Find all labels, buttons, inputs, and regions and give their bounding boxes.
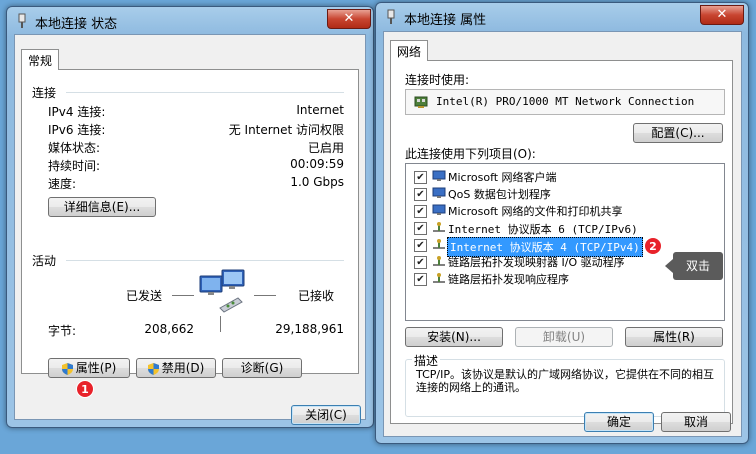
bytes-label: 字节: bbox=[48, 324, 77, 338]
sent-line bbox=[172, 295, 194, 296]
item-checkbox[interactable]: ✔ bbox=[414, 222, 427, 235]
details-button[interactable]: 详细信息(E)... bbox=[48, 197, 156, 217]
status-titlebar[interactable]: 本地连接 状态 ✕ bbox=[7, 7, 373, 35]
status-client: 常规 连接 IPv4 连接: Internet IPv6 连接: 无 Inter… bbox=[14, 34, 366, 425]
received-label: 已接收 bbox=[298, 289, 335, 303]
bytes-divider bbox=[220, 316, 221, 332]
speed-value: 1.0 Gbps bbox=[290, 175, 344, 189]
list-item[interactable]: 链路层拓扑发现响应程序 bbox=[448, 271, 569, 287]
uac-shield-icon bbox=[147, 362, 159, 375]
ipv4-label: IPv4 连接: bbox=[48, 105, 106, 119]
description-heading: 描述 bbox=[412, 352, 441, 369]
ipv4-value: Internet bbox=[296, 103, 344, 117]
network-connection-icon bbox=[18, 13, 26, 28]
status-close-button[interactable]: 关闭(C) bbox=[291, 405, 361, 425]
tab-network[interactable]: 网络 bbox=[390, 40, 429, 61]
items-label: 此连接使用下列项目(O): bbox=[405, 147, 536, 161]
protocol-icon bbox=[433, 222, 445, 232]
media-state-label: 媒体状态: bbox=[48, 141, 101, 155]
connection-separator bbox=[66, 92, 344, 93]
adapter-box: Intel(R) PRO/1000 MT Network Connection bbox=[405, 89, 725, 115]
protocol-icon bbox=[433, 256, 445, 266]
callout-pointer bbox=[665, 259, 673, 273]
activity-separator bbox=[66, 260, 344, 261]
protocol-icon bbox=[433, 239, 445, 249]
properties-window-title: 本地连接 属性 bbox=[404, 13, 487, 28]
disable-button[interactable]: 禁用(D) bbox=[136, 358, 216, 378]
media-state-value: 已启用 bbox=[307, 141, 344, 155]
ipv6-label: IPv6 连接: bbox=[48, 123, 106, 137]
item-properties-button[interactable]: 属性(R) bbox=[625, 327, 723, 347]
properties-button[interactable]: 属性(P) bbox=[48, 358, 130, 378]
list-item[interactable]: Microsoft 网络的文件和打印机共享 bbox=[448, 203, 623, 219]
duration-label: 持续时间: bbox=[48, 159, 101, 173]
network-panel: 连接时使用: Intel(R) PRO/1000 MT Network Conn… bbox=[390, 60, 733, 424]
bytes-received-value: 29,188,961 bbox=[275, 322, 344, 336]
connect-using-label: 连接时使用: bbox=[405, 73, 470, 87]
speed-label: 速度: bbox=[48, 177, 77, 191]
connection-heading: 连接 bbox=[32, 86, 57, 100]
properties-button-label: 属性(P) bbox=[75, 361, 117, 375]
install-button[interactable]: 安装(N)... bbox=[405, 327, 503, 347]
list-item[interactable]: 链路层拓扑发现映射器 I/O 驱动程序 bbox=[448, 254, 625, 270]
file-sharing-icon bbox=[432, 204, 446, 215]
list-item[interactable]: QoS 数据包计划程序 bbox=[448, 186, 551, 202]
activity-heading: 活动 bbox=[32, 254, 57, 268]
network-client-icon bbox=[432, 170, 446, 181]
qos-scheduler-icon bbox=[432, 187, 446, 198]
step-badge-2: 2 bbox=[644, 237, 662, 255]
bytes-sent-value: 208,662 bbox=[144, 322, 194, 336]
properties-close-icon[interactable]: ✕ bbox=[700, 5, 744, 25]
item-checkbox[interactable]: ✔ bbox=[414, 171, 427, 184]
properties-client: 网络 连接时使用: Intel(R) PRO/1000 MT Network C… bbox=[383, 31, 742, 437]
items-list: ✔ Microsoft 网络客户端 ✔ QoS 数据包计划程序 ✔ Micros… bbox=[405, 163, 725, 321]
list-item[interactable]: Microsoft 网络客户端 bbox=[448, 169, 557, 185]
properties-window: 本地连接 属性 ✕ 网络 连接时使用: Intel(R) PRO/1000 MT… bbox=[375, 2, 749, 444]
description-group: 描述 TCP/IP。该协议是默认的广域网络协议，它提供在不同的相互连接的网络上的… bbox=[405, 352, 725, 417]
item-checkbox[interactable]: ✔ bbox=[414, 205, 427, 218]
cancel-button[interactable]: 取消 bbox=[661, 412, 731, 432]
ipv6-value: 无 Internet 访问权限 bbox=[228, 123, 344, 137]
sent-label: 已发送 bbox=[126, 289, 163, 303]
status-close-icon[interactable]: ✕ bbox=[327, 9, 371, 29]
uac-shield-icon bbox=[61, 362, 73, 375]
configure-button[interactable]: 配置(C)... bbox=[633, 123, 723, 143]
tab-general[interactable]: 常规 bbox=[21, 49, 60, 70]
item-checkbox[interactable]: ✔ bbox=[414, 239, 427, 252]
properties-titlebar[interactable]: 本地连接 属性 ✕ bbox=[376, 3, 748, 31]
item-checkbox[interactable]: ✔ bbox=[414, 256, 427, 269]
double-click-callout: 双击 bbox=[673, 252, 723, 280]
uninstall-button[interactable]: 卸载(U) bbox=[515, 327, 613, 347]
protocol-icon bbox=[433, 273, 445, 283]
network-connection-icon bbox=[387, 9, 395, 24]
step-badge-1: 1 bbox=[76, 380, 94, 398]
diagnose-button[interactable]: 诊断(G) bbox=[222, 358, 302, 378]
status-window-title: 本地连接 状态 bbox=[35, 17, 118, 32]
network-computers-icon bbox=[199, 269, 245, 313]
description-text: TCP/IP。该协议是默认的广域网络协议，它提供在不同的相互连接的网络上的通讯。 bbox=[416, 368, 714, 394]
disable-button-label: 禁用(D) bbox=[161, 361, 205, 375]
duration-value: 00:09:59 bbox=[290, 157, 344, 171]
general-panel: 连接 IPv4 连接: Internet IPv6 连接: 无 Internet… bbox=[21, 69, 359, 398]
item-checkbox[interactable]: ✔ bbox=[414, 273, 427, 286]
received-line bbox=[254, 295, 276, 296]
list-item[interactable]: Internet 协议版本 6 (TCP/IPv6) bbox=[448, 221, 638, 237]
status-window: 本地连接 状态 ✕ 常规 连接 IPv4 连接: Internet IPv6 连… bbox=[6, 6, 374, 428]
ok-button[interactable]: 确定 bbox=[584, 412, 654, 432]
adapter-name: Intel(R) PRO/1000 MT Network Connection bbox=[436, 95, 695, 108]
network-adapter-icon bbox=[414, 96, 428, 108]
item-checkbox[interactable]: ✔ bbox=[414, 188, 427, 201]
